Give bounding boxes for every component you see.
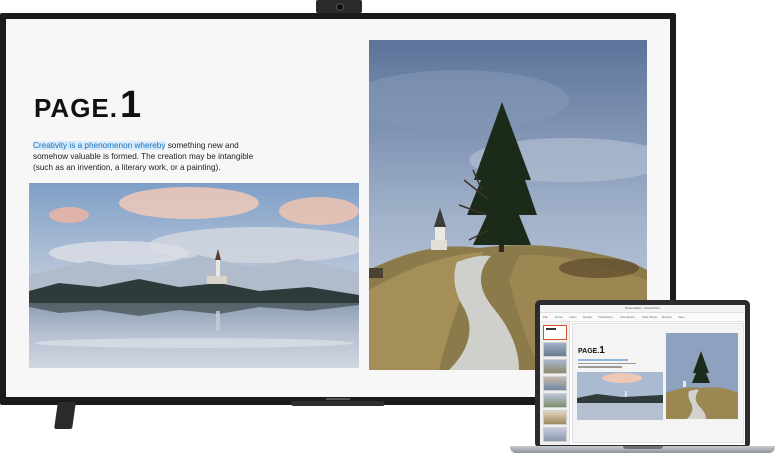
mini-lake-image	[577, 372, 663, 420]
mini-paragraph	[578, 359, 638, 370]
lake-photo	[29, 183, 359, 368]
ribbon-tab-home[interactable]: Home	[555, 313, 563, 321]
laptop-opening-notch	[623, 446, 663, 449]
page-title: PAGE.1	[34, 86, 142, 125]
tv-stand	[54, 402, 76, 429]
slide-thumbnail[interactable]	[543, 325, 567, 340]
ribbon-tab-design[interactable]: Design	[583, 313, 592, 321]
slide-thumbnail[interactable]	[543, 410, 567, 425]
page-title-number: 1	[119, 84, 143, 126]
ribbon-tab-insert[interactable]: Insert	[569, 313, 577, 321]
laptop-screen: Presentation - PowerPoint File Home Inse…	[540, 305, 745, 445]
mini-page-title: PAGE.1	[578, 346, 605, 356]
mini-church-photo[interactable]	[666, 333, 738, 419]
page-title-word: PAGE.	[34, 93, 118, 123]
slide-thumbnail[interactable]	[543, 427, 567, 442]
mini-page-title-number: 1	[599, 345, 605, 356]
ribbon-tab-review[interactable]: Review	[662, 313, 672, 321]
ribbon-tab-animations[interactable]: Animations	[620, 313, 635, 321]
mini-lake-photo[interactable]	[577, 372, 663, 420]
selected-text[interactable]: Creativity is a phenomenon whereby	[33, 141, 166, 150]
ribbon-tab-slideshow[interactable]: Slide Show	[642, 313, 657, 321]
slide-thumbnail[interactable]	[543, 342, 567, 357]
mini-page-title-word: PAGE.	[578, 348, 600, 355]
ribbon-tab-transitions[interactable]: Transitions	[598, 313, 613, 321]
slide-paragraph[interactable]: Creativity is a phenomenon whereby somet…	[33, 140, 273, 173]
slide-thumbnail[interactable]	[543, 359, 567, 374]
ribbon-tab-file[interactable]: File	[543, 313, 548, 321]
camera-lens-icon	[336, 3, 344, 11]
tv-bottom-bar	[292, 401, 384, 406]
tv-brand-logo	[326, 398, 350, 400]
slide-thumbnail[interactable]	[543, 376, 567, 391]
mini-church-image	[666, 333, 738, 419]
lake-landscape-image	[29, 183, 359, 368]
ribbon-tab-view[interactable]: View	[678, 313, 684, 321]
window-title: Presentation - PowerPoint	[625, 306, 660, 310]
slide-thumbnail[interactable]	[543, 393, 567, 408]
